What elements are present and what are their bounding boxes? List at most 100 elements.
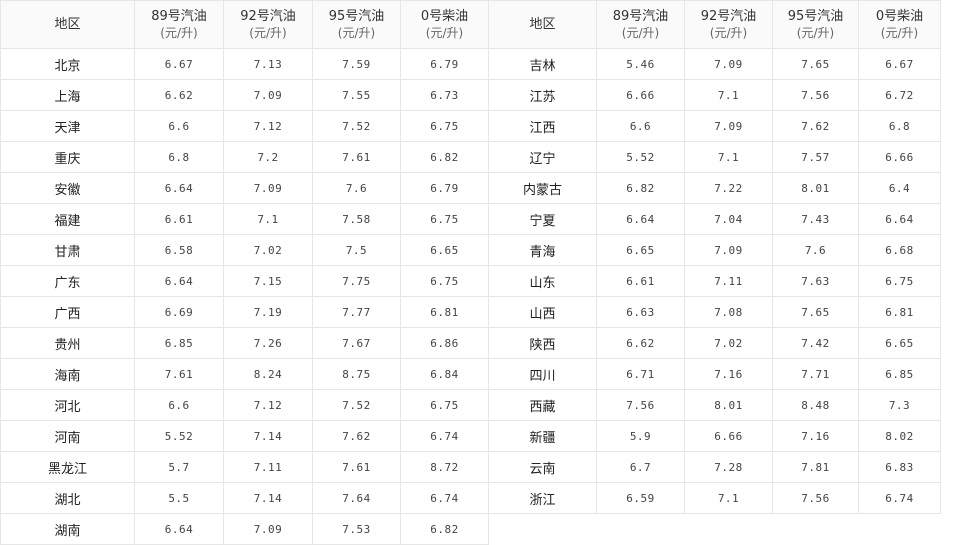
region-cell-left: 福建 xyxy=(0,203,135,235)
price-cell-right: 6.64 xyxy=(858,203,941,235)
price-cell-right: 7.04 xyxy=(684,203,773,235)
region-cell-left: 广西 xyxy=(0,296,135,328)
region-cell-right: 青海 xyxy=(488,234,597,266)
price-cell-right: 5.46 xyxy=(596,48,685,80)
price-cell-right: 6.72 xyxy=(858,79,941,111)
header-fuel-89-left: 89号汽油 (元/升) xyxy=(134,0,224,49)
region-cell-left: 海南 xyxy=(0,358,135,390)
price-cell-right: 6.62 xyxy=(596,327,685,359)
region-cell-left: 北京 xyxy=(0,48,135,80)
header-region-left: 地区 xyxy=(0,0,135,49)
price-cell-left: 7.61 xyxy=(312,451,401,483)
price-cell-right: 6.85 xyxy=(858,358,941,390)
price-cell-right: 6.59 xyxy=(596,482,685,514)
price-cell-right: 7.22 xyxy=(684,172,773,204)
price-cell-left: 7.67 xyxy=(312,327,401,359)
empty-cell xyxy=(596,513,685,545)
price-cell-right: 6.61 xyxy=(596,265,685,297)
table-header-row: 地区 89号汽油 (元/升) 92号汽油 (元/升) 95号汽油 (元/升) 0号柴油… xyxy=(0,0,941,49)
price-cell-right: 7.16 xyxy=(684,358,773,390)
price-cell-right: 6.8 xyxy=(858,110,941,142)
price-cell-left: 7.26 xyxy=(223,327,313,359)
price-cell-right: 6.82 xyxy=(596,172,685,204)
price-cell-left: 7.12 xyxy=(223,110,313,142)
price-cell-left: 6.75 xyxy=(400,389,489,421)
price-cell-left: 7.61 xyxy=(312,141,401,173)
price-cell-left: 7.77 xyxy=(312,296,401,328)
price-cell-right: 7.09 xyxy=(684,234,773,266)
price-cell-right: 7.56 xyxy=(772,79,859,111)
price-cell-right: 6.6 xyxy=(596,110,685,142)
region-cell-left: 重庆 xyxy=(0,141,135,173)
price-cell-right: 6.71 xyxy=(596,358,685,390)
header-fuel-95-right: 95号汽油 (元/升) xyxy=(772,0,859,49)
empty-cell xyxy=(858,513,941,545)
price-cell-right: 8.01 xyxy=(684,389,773,421)
price-cell-left: 7.14 xyxy=(223,420,313,452)
price-cell-right: 7.16 xyxy=(772,420,859,452)
region-cell-right: 山东 xyxy=(488,265,597,297)
price-cell-right: 7.08 xyxy=(684,296,773,328)
header-fuel-95-left: 95号汽油 (元/升) xyxy=(312,0,401,49)
price-cell-left: 8.24 xyxy=(223,358,313,390)
price-cell-right: 7.28 xyxy=(684,451,773,483)
price-cell-left: 7.2 xyxy=(223,141,313,173)
price-cell-left: 7.15 xyxy=(223,265,313,297)
region-cell-right: 四川 xyxy=(488,358,597,390)
header-region-right: 地区 xyxy=(488,0,597,49)
price-cell-left: 6.64 xyxy=(134,265,224,297)
price-cell-left: 7.19 xyxy=(223,296,313,328)
price-cell-right: 7.81 xyxy=(772,451,859,483)
table-row: 重庆 6.8 7.2 7.61 6.82 辽宁 5.52 7.1 7.57 6.66 xyxy=(0,141,941,173)
price-cell-right: 7.09 xyxy=(684,48,773,80)
price-cell-right: 8.48 xyxy=(772,389,859,421)
price-cell-right: 7.42 xyxy=(772,327,859,359)
price-cell-left: 6.69 xyxy=(134,296,224,328)
table-row: 天津 6.6 7.12 7.52 6.75 江西 6.6 7.09 7.62 6.8 xyxy=(0,110,941,142)
table-row: 广西 6.69 7.19 7.77 6.81 山西 6.63 7.08 7.65 6.81 xyxy=(0,296,941,328)
price-cell-left: 7.1 xyxy=(223,203,313,235)
price-cell-right: 6.75 xyxy=(858,265,941,297)
region-cell-right: 辽宁 xyxy=(488,141,597,173)
price-cell-right: 6.81 xyxy=(858,296,941,328)
region-cell-right: 西藏 xyxy=(488,389,597,421)
price-cell-right: 7.65 xyxy=(772,48,859,80)
price-cell-right: 6.65 xyxy=(858,327,941,359)
price-cell-right: 7.56 xyxy=(596,389,685,421)
region-cell-left: 湖北 xyxy=(0,482,135,514)
price-cell-left: 6.85 xyxy=(134,327,224,359)
price-cell-right: 6.64 xyxy=(596,203,685,235)
price-cell-right: 7.71 xyxy=(772,358,859,390)
region-cell-left: 黑龙江 xyxy=(0,451,135,483)
price-cell-left: 6.67 xyxy=(134,48,224,80)
table-row: 湖南 6.64 7.09 7.53 6.82 xyxy=(0,513,941,545)
table-row: 贵州 6.85 7.26 7.67 6.86 陕西 6.62 7.02 7.42 6.65 xyxy=(0,327,941,359)
price-cell-left: 6.75 xyxy=(400,203,489,235)
price-cell-left: 7.61 xyxy=(134,358,224,390)
price-cell-left: 6.58 xyxy=(134,234,224,266)
price-cell-left: 5.7 xyxy=(134,451,224,483)
price-cell-left: 6.86 xyxy=(400,327,489,359)
empty-cell xyxy=(488,513,597,545)
price-cell-left: 6.74 xyxy=(400,482,489,514)
price-cell-right: 7.1 xyxy=(684,141,773,173)
region-cell-right: 新疆 xyxy=(488,420,597,452)
price-cell-left: 6.64 xyxy=(134,513,224,545)
price-cell-left: 6.6 xyxy=(134,389,224,421)
table-row: 湖北 5.5 7.14 7.64 6.74 浙江 6.59 7.1 7.56 6.74 xyxy=(0,482,941,514)
price-cell-left: 5.5 xyxy=(134,482,224,514)
price-cell-right: 5.52 xyxy=(596,141,685,173)
price-cell-right: 6.83 xyxy=(858,451,941,483)
price-cell-left: 7.11 xyxy=(223,451,313,483)
empty-cell xyxy=(684,513,773,545)
price-cell-right: 5.9 xyxy=(596,420,685,452)
price-cell-left: 7.13 xyxy=(223,48,313,80)
price-cell-right: 7.1 xyxy=(684,79,773,111)
region-cell-left: 河北 xyxy=(0,389,135,421)
price-cell-right: 6.74 xyxy=(858,482,941,514)
price-cell-left: 7.55 xyxy=(312,79,401,111)
region-cell-left: 湖南 xyxy=(0,513,135,545)
price-cell-left: 7.52 xyxy=(312,389,401,421)
price-cell-left: 6.75 xyxy=(400,110,489,142)
table-body: 北京 6.67 7.13 7.59 6.79 吉林 5.46 7.09 7.65 6.67 上海 6.… xyxy=(0,48,941,545)
